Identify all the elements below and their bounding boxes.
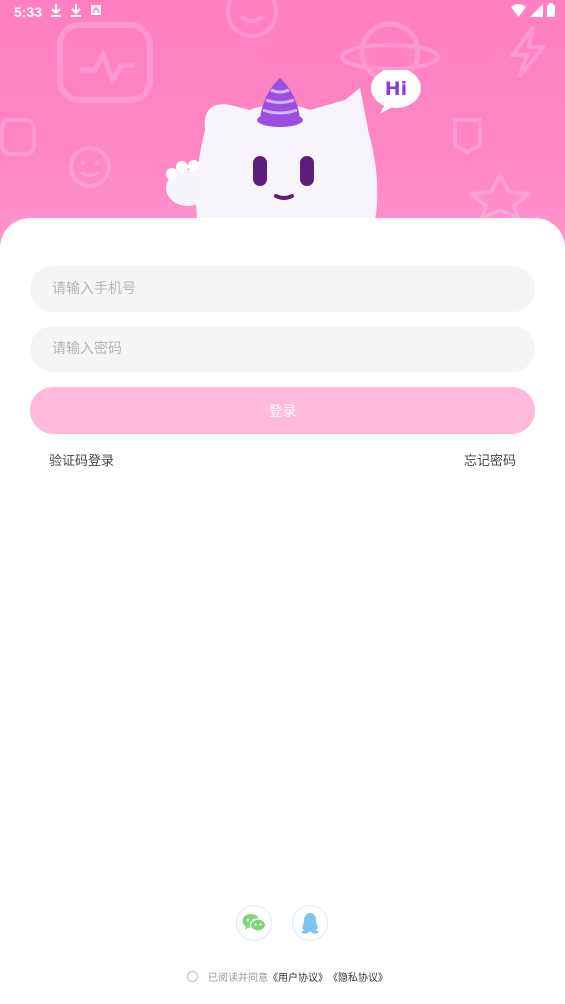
signal-icon [530, 3, 543, 17]
download-icon [71, 4, 81, 17]
font-icon [91, 5, 101, 15]
status-time: 5:33 [14, 4, 43, 20]
mascot-illustration: Hi [166, 70, 421, 240]
notification-icons [50, 3, 102, 17]
wechat-icon [242, 914, 266, 932]
battery-icon [547, 3, 555, 17]
agree-radio[interactable] [187, 971, 198, 982]
login-button[interactable]: 登录 [30, 387, 535, 434]
qq-login-button[interactable] [292, 905, 328, 941]
code-login-link[interactable]: 验证码登录 [49, 450, 114, 469]
status-bar: 5:33 [0, 0, 565, 24]
forgot-password-link[interactable]: 忘记密码 [464, 450, 516, 469]
system-icons [511, 3, 555, 17]
wifi-icon [511, 3, 526, 17]
phone-input[interactable] [30, 266, 535, 312]
tag-doodle-icon [453, 118, 482, 155]
chart-doodle-icon [57, 22, 153, 103]
bolt-doodle-icon [509, 25, 548, 79]
download-icon [51, 4, 61, 17]
hi-bubble-text: Hi [385, 78, 407, 100]
tv-doodle-icon [0, 118, 36, 156]
star-doodle-icon [467, 170, 533, 220]
password-input[interactable] [30, 326, 535, 372]
qq-icon [301, 913, 319, 934]
privacy-policy-link[interactable]: 《隐私协议》 [328, 969, 388, 984]
wechat-login-button[interactable] [236, 905, 272, 941]
user-agreement-link[interactable]: 《用户协议》 [268, 969, 328, 984]
agreement-row: 已阅读并同意 《用户协议》 《隐私协议》 [187, 969, 388, 984]
agreement-prefix: 已阅读并同意 [208, 973, 268, 984]
face-doodle-icon [69, 146, 111, 188]
